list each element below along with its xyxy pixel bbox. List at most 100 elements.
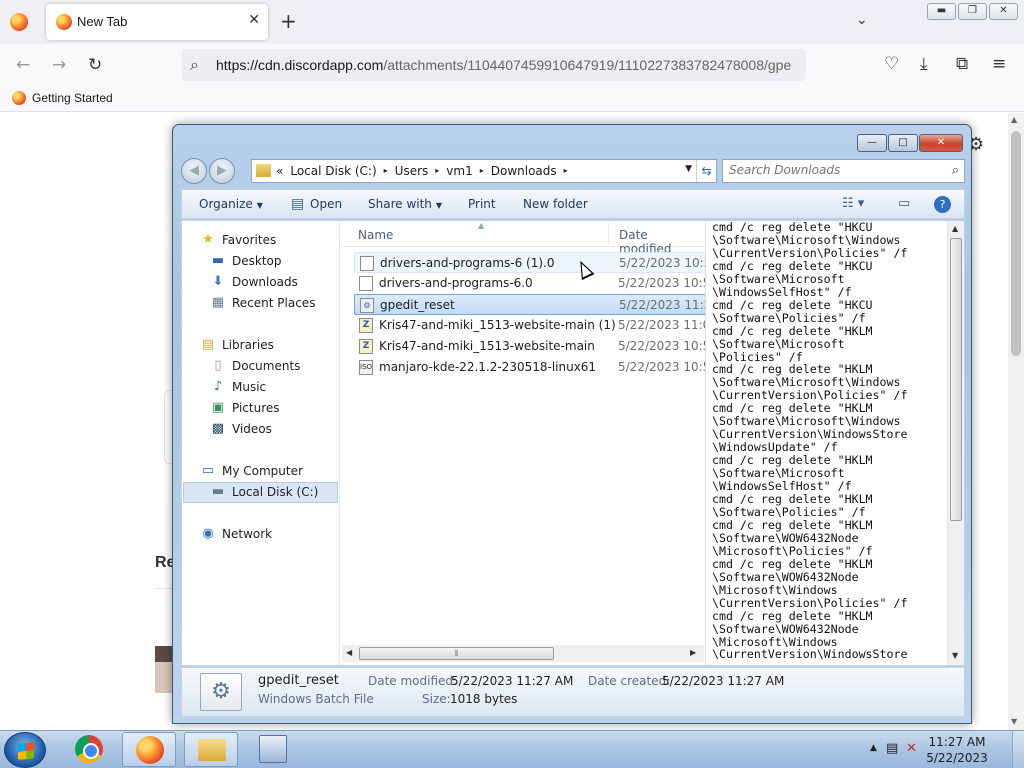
breadcrumb-users[interactable]: Users xyxy=(395,164,429,178)
print-button[interactable]: Print xyxy=(468,197,496,211)
star-icon: ★ xyxy=(202,232,214,247)
nav-network-label: Network xyxy=(222,527,273,541)
taskbar-firefox[interactable] xyxy=(122,732,176,767)
scrollbar-thumb[interactable] xyxy=(1011,131,1021,356)
search-box[interactable]: ⌕ xyxy=(722,159,965,183)
address-bar[interactable]: « Local Disk (C:) ▸ Users ▸ vm1 ▸ Downlo… xyxy=(251,159,717,183)
scroll-left-icon[interactable]: ◀ xyxy=(346,648,352,657)
breadcrumb-vm1[interactable]: vm1 xyxy=(446,164,472,178)
address-dropdown-icon[interactable]: ▼ xyxy=(685,164,692,174)
minimize-button[interactable]: ▬ xyxy=(927,3,956,20)
bookmark-getting-started[interactable]: Getting Started xyxy=(12,91,113,105)
breadcrumb-separator-icon[interactable]: ▸ xyxy=(480,164,484,178)
url-host: https://cdn.discordapp.com xyxy=(216,57,384,73)
nav-local-disk-label: Local Disk (C:) xyxy=(232,485,319,499)
nav-pictures[interactable]: ▣ Pictures xyxy=(210,401,280,416)
scrollbar-thumb[interactable] xyxy=(950,238,962,521)
breadcrumb-downloads[interactable]: Downloads xyxy=(491,164,557,178)
taskbar-explorer[interactable] xyxy=(184,732,238,767)
nav-recent-places[interactable]: ▦ Recent Places xyxy=(210,296,316,311)
restore-button[interactable]: ❐ xyxy=(958,3,987,20)
file-name: Kris47-and-miki_1513-website-main (1) xyxy=(379,318,616,332)
file-row[interactable]: ISO manjaro-kde-22.1.2-230518-linux61 5/… xyxy=(354,357,706,378)
explorer-forward-button[interactable]: ▶ xyxy=(209,158,235,184)
refresh-icon[interactable]: ⇆ xyxy=(696,160,716,182)
nav-network[interactable]: ◉ Network xyxy=(200,527,273,542)
explorer-maximize-button[interactable]: □ xyxy=(888,134,918,152)
extensions-icon[interactable]: ⧉ xyxy=(956,55,968,73)
preview-pane-icon[interactable]: ▭ xyxy=(898,196,910,211)
firefox-menu-icon[interactable] xyxy=(10,13,28,31)
breadcrumb-local-disk[interactable]: Local Disk (C:) xyxy=(290,164,376,178)
share-with-button[interactable]: Share with ▼ xyxy=(368,197,442,211)
download-icon[interactable]: ⤓ xyxy=(920,55,928,73)
menu-icon[interactable]: ≡ xyxy=(992,55,1006,73)
search-icon[interactable]: ⌕ xyxy=(952,163,959,178)
nav-favorites[interactable]: ★ Favorites xyxy=(200,232,276,248)
nav-my-computer[interactable]: ▭ My Computer xyxy=(200,464,303,479)
column-divider[interactable] xyxy=(608,223,609,245)
list-all-tabs-icon[interactable]: ⌄ xyxy=(856,12,868,28)
volume-muted-icon[interactable]: ✕ xyxy=(906,741,917,756)
music-icon: ♪ xyxy=(213,379,223,394)
nav-desktop[interactable]: ▬ Desktop xyxy=(210,254,282,269)
new-tab-button[interactable]: + xyxy=(280,11,297,31)
scroll-right-icon[interactable]: ▶ xyxy=(690,648,696,657)
breadcrumb-separator-icon[interactable]: ▸ xyxy=(435,164,439,178)
scroll-down-icon[interactable]: ▼ xyxy=(1011,717,1017,726)
file-icon xyxy=(360,256,374,271)
pocket-icon[interactable]: ♡ xyxy=(884,55,899,73)
file-list-horizontal-scrollbar[interactable]: ◀ ⦀ ▶ xyxy=(342,645,704,662)
search-input[interactable] xyxy=(729,163,929,177)
url-text: https://cdn.discordapp.com/attachments/1… xyxy=(216,57,791,73)
show-desktop-button[interactable] xyxy=(1012,731,1024,768)
page-scrollbar[interactable]: ▲ ▼ xyxy=(1008,113,1024,730)
explorer-minimize-button[interactable]: — xyxy=(857,134,887,152)
show-hidden-icons-icon[interactable]: ▲ xyxy=(870,743,877,753)
scrollbar-thumb[interactable]: ⦀ xyxy=(359,647,554,660)
nav-downloads[interactable]: ⬇ Downloads xyxy=(210,275,298,290)
network-tray-icon[interactable]: ▤ xyxy=(886,741,898,756)
breadcrumb-overflow[interactable]: « xyxy=(276,164,283,178)
preview-vertical-scrollbar[interactable]: ▲ ▼ xyxy=(947,221,964,665)
new-folder-button[interactable]: New folder xyxy=(523,197,588,211)
organize-button[interactable]: Organize ▼ xyxy=(199,197,263,211)
file-row[interactable]: drivers-and-programs-6 (1).0 5/22/2023 1… xyxy=(354,252,707,273)
explorer-close-button[interactable]: ✕ xyxy=(919,134,963,152)
nav-documents[interactable]: ▯ Documents xyxy=(210,359,300,374)
nav-videos[interactable]: ▩ Videos xyxy=(210,422,272,437)
column-name[interactable]: Name xyxy=(358,228,393,242)
browser-tab-bar: New Tab ✕ + ⌄ ▬ ❐ ✕ xyxy=(0,0,1024,44)
taskbar-remote-desktop[interactable] xyxy=(246,732,300,767)
file-row-selected[interactable]: ⚙ gpedit_reset 5/22/2023 11:27 xyxy=(354,294,707,315)
file-date: 5/22/2023 10:58 xyxy=(618,276,706,290)
nav-local-disk[interactable]: ▬ Local Disk (C:) xyxy=(210,485,319,500)
open-button[interactable]: Open xyxy=(310,197,342,211)
browser-nav-bar: ← → ↻ ⌕ https://cdn.discordapp.com/attac… xyxy=(0,44,1024,86)
nav-music[interactable]: ♪ Music xyxy=(210,379,266,395)
tab-close-icon[interactable]: ✕ xyxy=(248,12,260,28)
reload-icon[interactable]: ↻ xyxy=(88,56,102,74)
close-button[interactable]: ✕ xyxy=(989,3,1018,20)
tab-new-tab[interactable]: New Tab ✕ xyxy=(46,4,268,40)
back-icon[interactable]: ← xyxy=(16,56,30,74)
help-icon[interactable]: ? xyxy=(934,196,951,213)
forward-icon[interactable]: → xyxy=(52,56,66,74)
clock[interactable]: 11:27 AM 5/22/2023 xyxy=(926,734,988,766)
file-row[interactable]: Z Kris47-and-miki_1513-website-main (1) … xyxy=(354,315,706,336)
nav-libraries[interactable]: ▤ Libraries xyxy=(200,338,274,353)
view-options-icon[interactable]: ☷ ▾ xyxy=(842,196,864,211)
taskbar-chrome[interactable] xyxy=(62,732,116,767)
file-row[interactable]: Z Kris47-and-miki_1513-website-main 5/22… xyxy=(354,336,706,357)
start-button[interactable] xyxy=(4,732,46,768)
scroll-down-icon[interactable]: ▼ xyxy=(952,651,958,660)
scroll-up-icon[interactable]: ▲ xyxy=(1011,115,1017,124)
breadcrumb-separator-icon[interactable]: ▸ xyxy=(564,164,568,178)
explorer-nav-row: ◀ ▶ « Local Disk (C:) ▸ Users ▸ vm1 ▸ Do… xyxy=(181,157,965,185)
file-row[interactable]: drivers-and-programs-6.0 5/22/2023 10:58 xyxy=(354,273,706,294)
url-bar[interactable]: ⌕ https://cdn.discordapp.com/attachments… xyxy=(182,49,806,81)
scroll-up-icon[interactable]: ▲ xyxy=(952,224,958,233)
explorer-back-button[interactable]: ◀ xyxy=(181,158,207,184)
windows-logo-icon xyxy=(18,742,34,760)
breadcrumb-separator-icon[interactable]: ▸ xyxy=(384,164,388,178)
